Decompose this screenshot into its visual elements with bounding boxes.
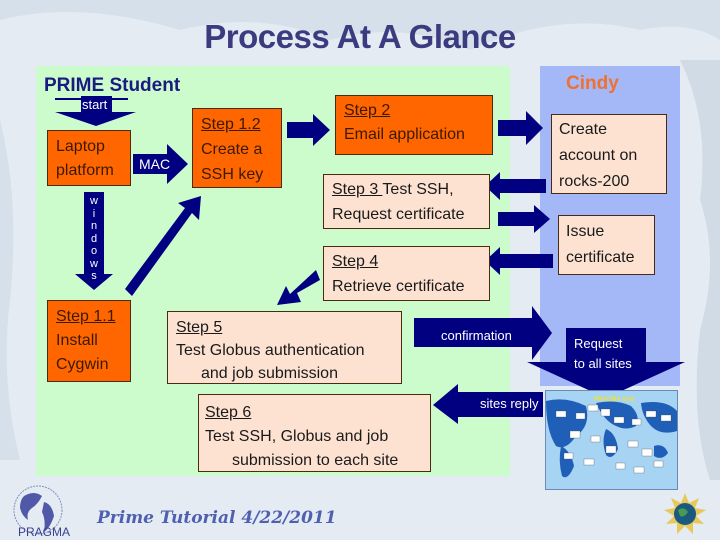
step5-heading: Step 5 bbox=[176, 319, 223, 336]
step3-rest: Test SSH, bbox=[382, 181, 454, 198]
globe-logo bbox=[664, 493, 706, 534]
create-account-line-3: rocks-200 bbox=[559, 173, 630, 190]
issue-cert-line-2: certificate bbox=[566, 249, 635, 266]
step11-box: Step 1.1 Install Cygwin bbox=[47, 300, 131, 382]
request-label: Request to all sites bbox=[574, 334, 632, 374]
create-account-box: Create account on rocks-200 bbox=[551, 114, 667, 194]
map-label: PRAGMA Grid bbox=[594, 397, 635, 403]
step4-box: Step 4 Retrieve certificate bbox=[323, 246, 490, 301]
step11-heading: Step 1.1 bbox=[56, 308, 116, 325]
start-label: start bbox=[82, 97, 108, 112]
step5-line-2: and job submission bbox=[201, 365, 338, 382]
step12-box: Step 1.2 Create a SSH key bbox=[192, 108, 282, 188]
step3-line-1: Request certificate bbox=[332, 206, 465, 223]
mac-label: MAC bbox=[139, 156, 171, 172]
step12-line-2: SSH key bbox=[201, 166, 264, 183]
step3-heading: Step 3 bbox=[332, 181, 383, 198]
step2-heading: Step 2 bbox=[344, 102, 391, 119]
create-account-line-2: account on bbox=[559, 147, 638, 164]
step12-line-1: Create a bbox=[201, 141, 263, 158]
step6-line-1: Test SSH, Globus and job bbox=[205, 428, 389, 445]
confirmation-label: confirmation bbox=[441, 328, 512, 343]
step5-box: Step 5 Test Globus authentication and jo… bbox=[167, 311, 402, 384]
step3-box: Step 3 Test SSH, Request certificate bbox=[323, 174, 490, 229]
step2-line-1: Email application bbox=[344, 126, 465, 143]
request-label-line-1: Request bbox=[574, 336, 623, 351]
step11-line-1: Install bbox=[56, 332, 98, 349]
issue-certificate-box: Issue certificate bbox=[558, 215, 655, 275]
step6-box: Step 6 Test SSH, Globus and job submissi… bbox=[198, 394, 431, 472]
windows-label: windows bbox=[90, 195, 98, 282]
laptop-platform-box: Laptop platform bbox=[47, 130, 131, 186]
pragma-logo-text: PRAGMA bbox=[18, 525, 70, 538]
laptop-line-2: platform bbox=[56, 162, 114, 179]
footer-text: Prime Tutorial 4/22/2011 bbox=[97, 508, 337, 528]
step2-to-create-account-arrow bbox=[498, 111, 543, 145]
step5-line-1: Test Globus authentication bbox=[176, 342, 365, 359]
step11-line-2: Cygwin bbox=[56, 356, 109, 373]
step4-to-step5-arrow bbox=[277, 270, 320, 305]
step12-heading: Step 1.2 bbox=[201, 116, 261, 133]
step4-line-1: Retrieve certificate bbox=[332, 278, 465, 295]
pragma-logo: PRAGMA bbox=[13, 485, 70, 538]
create-account-to-step3-arrow bbox=[485, 172, 546, 200]
diagonal-arrow-to-step12 bbox=[125, 196, 201, 296]
step6-heading: Step 6 bbox=[205, 404, 252, 421]
step3-to-issue-cert-arrow bbox=[498, 205, 550, 233]
issue-cert-to-step4-arrow bbox=[485, 247, 553, 275]
pragma-grid-map-image: PRAGMA Grid bbox=[545, 390, 678, 490]
step12-to-step2-arrow bbox=[287, 114, 330, 146]
create-account-line-1: Create bbox=[559, 121, 608, 138]
world-map-icon: PRAGMA Grid bbox=[546, 391, 677, 489]
laptop-line-1: Laptop bbox=[56, 138, 105, 155]
sites-reply-label: sites reply bbox=[480, 396, 539, 411]
step2-box: Step 2 Email application bbox=[335, 95, 493, 155]
step4-heading: Step 4 bbox=[332, 253, 379, 270]
issue-cert-line-1: Issue bbox=[566, 223, 605, 240]
request-label-line-2: to all sites bbox=[574, 356, 632, 371]
step6-line-2: submission to each site bbox=[232, 452, 399, 469]
